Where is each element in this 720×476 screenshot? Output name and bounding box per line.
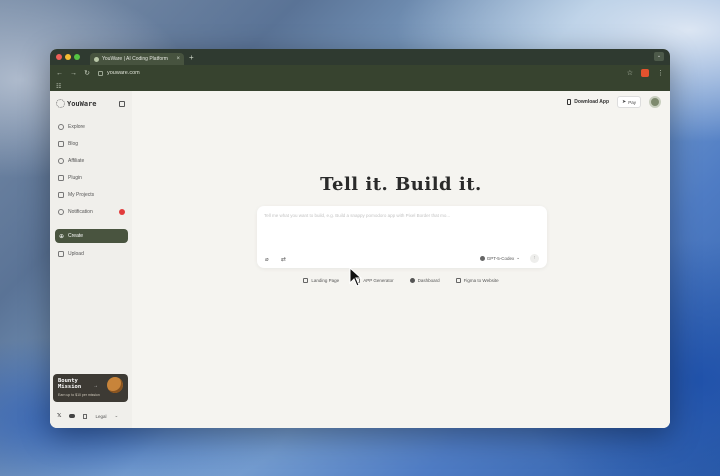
create-button[interactable]: ⊕ Create [55,229,128,243]
tab-favicon-icon [94,56,99,62]
sidebar-item-notification[interactable]: Notification [55,203,128,220]
bounty-mission-card[interactable]: Bounty Mission Earn up to $10 per missio… [53,374,128,402]
sidebar-footer: 𝕏 Legal ⌄ [57,413,118,419]
book-icon [58,140,64,147]
upload-icon [58,250,64,257]
sidebar-item-label: My Projects [68,191,95,198]
reload-icon[interactable]: ↻ [84,69,90,77]
folder-icon [58,191,64,198]
url-text: youware.com [107,70,140,76]
chip-dashboard[interactable]: Dashboard [409,278,440,283]
x-social-icon[interactable]: 𝕏 [57,413,61,419]
sidebar: YouWare Explore Blog Affiliate Plugin My… [50,91,132,428]
sidebar-item-affiliate[interactable]: Affiliate [55,152,128,169]
forward-icon[interactable]: → [70,70,77,77]
chip-landing-page[interactable]: Landing Page [303,278,339,283]
page-title: Tell it. Build it. [320,174,482,195]
swap-icon[interactable]: ⇄ [281,256,286,263]
maximize-window-button[interactable] [74,54,80,60]
model-select[interactable]: GPT-5-Codex ⌄ [479,255,520,261]
sidebar-item-label: Upload [68,250,84,257]
mouse-cursor-icon [349,267,363,287]
bounty-subtitle: Earn up to $10 per mission [58,393,100,397]
tab-search-icon[interactable]: ⌄ [654,52,664,61]
sidebar-item-my-projects[interactable]: My Projects [55,186,128,203]
download-app-label: Download App [574,99,610,105]
bounty-title: Bounty Mission [58,378,82,390]
sidebar-item-plugin[interactable]: Plugin [55,169,128,186]
browser-menu-icon[interactable]: ⋮ [657,69,664,77]
docs-icon[interactable] [83,413,88,419]
model-label: GPT-5-Codex [486,255,515,261]
chip-label: Figma to Website [463,278,499,283]
brand-logo[interactable]: YouWare [56,99,97,108]
sidebar-item-label: Explore [68,123,85,130]
notification-badge [119,208,125,215]
logo-icon [56,99,65,108]
tab-close-icon[interactable]: × [176,56,180,62]
tab-title: YouWare | AI Coding Platform [102,56,168,62]
sidebar-item-label: Plugin [68,174,82,181]
pay-button[interactable]: ➤ Pay [617,96,641,108]
chevron-down-icon: ⌄ [516,255,520,260]
layout-icon [303,278,309,283]
back-icon[interactable]: ← [56,70,63,77]
avatar[interactable] [649,96,661,108]
chip-label: Landing Page [311,278,340,283]
treasure-icon [107,377,123,393]
window-controls [56,54,80,60]
chip-label: Dashboard [417,278,440,283]
dashboard-icon [409,278,415,283]
browser-titlebar: YouWare | AI Coding Platform × + ⌄ [50,49,670,65]
sidebar-header: YouWare [55,99,128,108]
send-icon: ➤ [622,99,627,105]
main-area: Download App ➤ Pay Tell it. Build it. Te… [132,91,670,428]
create-label: Create [68,233,84,239]
plus-icon: ⊕ [59,233,65,240]
header-actions: Download App ➤ Pay [567,96,661,108]
chip-figma-to-website[interactable]: Figma to Website [455,278,499,283]
bookmark-star-icon[interactable]: ☆ [627,69,633,77]
close-window-button[interactable] [56,54,62,60]
compass-icon [58,123,64,130]
people-icon [58,157,64,164]
apps-grid-icon[interactable]: ☷ [56,83,61,90]
chip-label: APP Generator [363,278,394,283]
sidebar-collapse-icon[interactable] [119,100,125,107]
sidebar-item-upload[interactable]: Upload [55,245,128,262]
discord-icon[interactable] [69,414,76,418]
prompt-input[interactable]: Tell me what you want to build, e.g. Bui… [264,213,450,218]
minimize-window-button[interactable] [65,54,71,60]
bell-icon [58,208,64,215]
download-app-button[interactable]: Download App [567,99,609,105]
browser-tab[interactable]: YouWare | AI Coding Platform × [90,53,184,65]
sidebar-item-label: Notification [68,208,93,215]
site-info-icon[interactable] [98,70,103,76]
figma-icon [455,278,461,283]
prompt-box[interactable]: Tell me what you want to build, e.g. Bui… [257,206,547,268]
suggestion-chips: Landing Page APP Generator Dashboard Fig… [132,278,670,283]
pay-label: Pay [628,99,636,105]
sidebar-item-label: Affiliate [68,157,85,164]
plugin-icon [58,174,64,181]
brand-name: YouWare [67,99,97,108]
paperclip-icon[interactable]: ⌀ [265,256,269,263]
page-content: YouWare Explore Blog Affiliate Plugin My… [50,91,670,428]
bookmarks-bar: ☷ [50,81,670,91]
arrow-right-icon: → [93,383,98,389]
url-field[interactable]: youware.com [98,70,619,76]
sidebar-item-label: Blog [68,140,79,147]
extension-icon[interactable] [641,69,649,77]
address-bar: ← → ↻ youware.com ☆ ⋮ [50,65,670,81]
legal-link[interactable]: Legal [95,414,106,419]
sidebar-item-explore[interactable]: Explore [55,118,128,135]
sidebar-item-blog[interactable]: Blog [55,135,128,152]
phone-icon [567,99,572,105]
chevron-down-icon: ⌄ [114,413,119,418]
send-button[interactable]: ↑ [530,254,539,263]
new-tab-button[interactable]: + [189,53,194,62]
browser-window: YouWare | AI Coding Platform × + ⌄ ← → ↻… [50,49,670,428]
model-logo-icon [479,255,485,261]
